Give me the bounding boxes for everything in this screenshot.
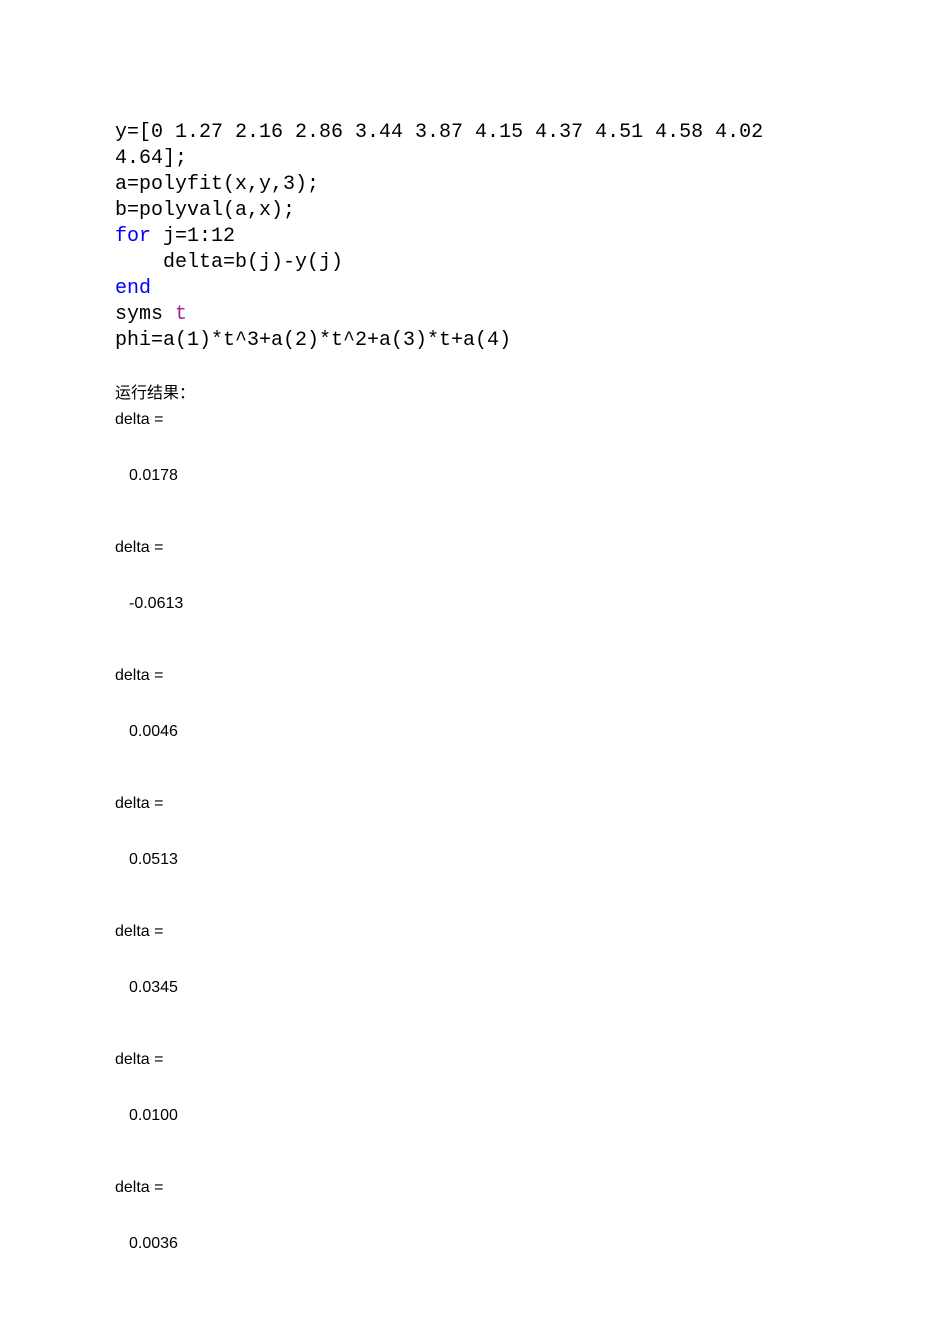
delta-label: delta = bbox=[115, 1176, 835, 1200]
delta-label: delta = bbox=[115, 920, 835, 944]
delta-label: delta = bbox=[115, 792, 835, 816]
result-label: 运行结果： bbox=[115, 382, 835, 406]
code-line: phi=a(1)*t^3+a(2)*t^2+a(3)*t+a(4) bbox=[115, 329, 511, 352]
delta-group: delta = 0.0046 bbox=[115, 664, 835, 744]
delta-value: 0.0345 bbox=[129, 976, 835, 1000]
output-block: delta = 0.0178 delta = -0.0613 delta = 0… bbox=[115, 408, 835, 1256]
keyword-end: end bbox=[115, 277, 151, 300]
code-line: syms bbox=[115, 303, 175, 326]
delta-group: delta = -0.0613 bbox=[115, 536, 835, 616]
code-block: y=[0 1.27 2.16 2.86 3.44 3.87 4.15 4.37 … bbox=[115, 120, 835, 354]
delta-label: delta = bbox=[115, 664, 835, 688]
delta-label: delta = bbox=[115, 536, 835, 560]
delta-group: delta = 0.0036 bbox=[115, 1176, 835, 1256]
delta-value: 0.0178 bbox=[129, 464, 835, 488]
delta-group: delta = 0.0100 bbox=[115, 1048, 835, 1128]
delta-value: 0.0046 bbox=[129, 720, 835, 744]
delta-group: delta = 0.0345 bbox=[115, 920, 835, 1000]
code-line: j=1:12 bbox=[151, 225, 235, 248]
code-line: y=[0 1.27 2.16 2.86 3.44 3.87 4.15 4.37 … bbox=[115, 121, 775, 144]
code-line: 4.64]; bbox=[115, 147, 187, 170]
result-section: 运行结果： delta = 0.0178 delta = -0.0613 del… bbox=[115, 382, 835, 1256]
delta-label: delta = bbox=[115, 408, 835, 432]
delta-group: delta = 0.0513 bbox=[115, 792, 835, 872]
code-line: delta=b(j)-y(j) bbox=[115, 251, 343, 274]
delta-value: 0.0100 bbox=[129, 1104, 835, 1128]
code-line: b=polyval(a,x); bbox=[115, 199, 295, 222]
delta-value: 0.0036 bbox=[129, 1232, 835, 1256]
delta-value: 0.0513 bbox=[129, 848, 835, 872]
delta-value: -0.0613 bbox=[129, 592, 835, 616]
symbol-t: t bbox=[175, 303, 187, 326]
code-line: a=polyfit(x,y,3); bbox=[115, 173, 319, 196]
delta-label: delta = bbox=[115, 1048, 835, 1072]
keyword-for: for bbox=[115, 225, 151, 248]
document-page: y=[0 1.27 2.16 2.86 3.44 3.87 4.15 4.37 … bbox=[0, 0, 950, 1344]
delta-group: delta = 0.0178 bbox=[115, 408, 835, 488]
